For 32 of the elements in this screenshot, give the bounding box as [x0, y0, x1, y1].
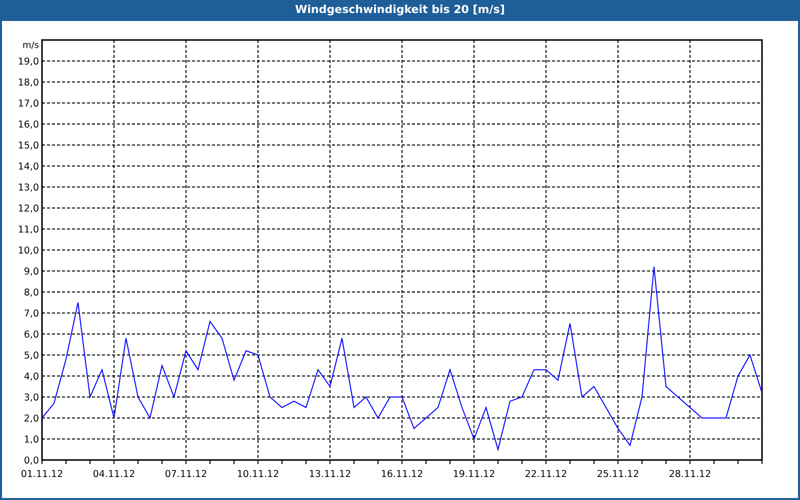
x-axis-label: 01.11.12	[20, 469, 64, 480]
y-axis-label: 18,0	[18, 78, 39, 88]
y-axis-label: 13,0	[18, 182, 39, 194]
y-axis-label: 0,0	[24, 456, 39, 466]
y-axis-label: 7,0	[24, 308, 39, 320]
y-axis-label: 16,0	[18, 120, 39, 130]
x-axis-label: 28.11.12	[668, 469, 712, 480]
y-axis-unit: m/s	[22, 41, 39, 51]
y-axis-label: 6,0	[24, 330, 39, 340]
y-axis-label: 17,0	[18, 98, 39, 110]
x-axis-label: 25.11.12	[596, 469, 640, 480]
y-axis-label: 1,0	[24, 434, 39, 446]
y-axis-label: 10,0	[18, 246, 39, 256]
y-axis-label: 4,0	[24, 372, 39, 382]
y-axis-label: 8,0	[24, 288, 39, 298]
y-axis-label: 19,0	[18, 56, 39, 68]
x-axis-label: 22.11.12	[524, 469, 568, 480]
y-axis-label: 11,0	[18, 224, 39, 236]
x-axis-label: 10.11.12	[236, 469, 280, 480]
x-axis-label: 07.11.12	[164, 469, 208, 480]
y-axis-label: 2,0	[24, 414, 39, 424]
y-axis-label: 15,0	[18, 140, 39, 152]
y-axis-label: 9,0	[24, 266, 39, 278]
x-axis-label: 04.11.12	[92, 469, 136, 480]
x-axis-label: 13.11.12	[308, 469, 352, 480]
x-axis-label: 19.11.12	[452, 469, 496, 480]
y-axis-label: 12,0	[18, 204, 39, 214]
y-axis-label: 14,0	[18, 162, 39, 172]
x-axis-label: 16.11.12	[380, 469, 424, 480]
y-axis-label: 5,0	[24, 350, 39, 362]
window-title: Windgeschwindigkeit bis 20 [m/s]	[295, 2, 505, 18]
y-axis-label: 3,0	[24, 392, 39, 404]
